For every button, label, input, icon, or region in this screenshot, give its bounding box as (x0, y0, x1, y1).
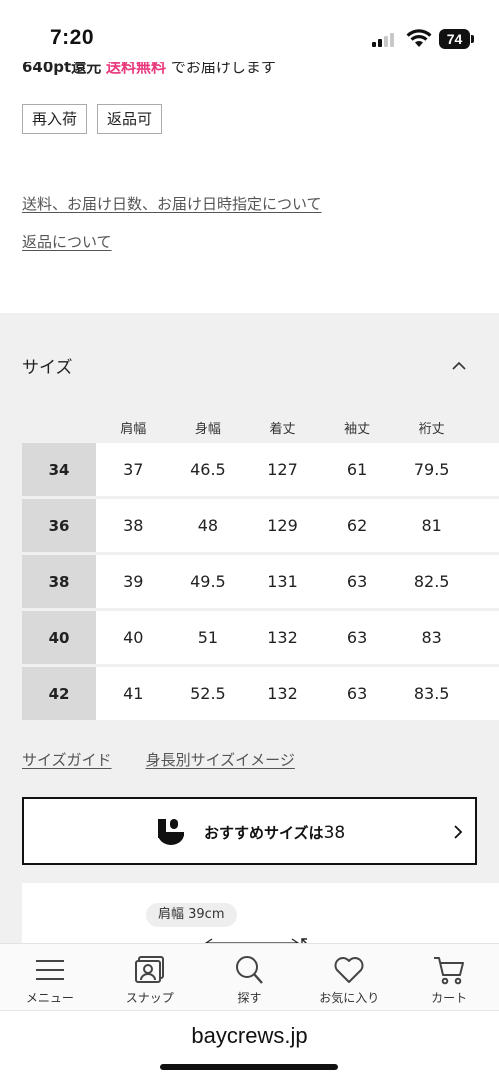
cart-icon (434, 957, 465, 985)
returns-info-link[interactable]: 返品について (22, 231, 112, 252)
size-value: 131 (267, 572, 298, 591)
size-value: 38 (123, 516, 144, 535)
recommended-size-text: おすすめサイズは38 (204, 822, 345, 843)
table-row: 40 40 51 132 63 83 (22, 611, 499, 664)
col-header-sleeve: 袖丈 (344, 421, 371, 437)
size-value: 61 (346, 460, 368, 479)
size-value: 41 (123, 684, 144, 703)
nav-menu-label: メニュー (25, 991, 74, 1005)
size-value: 52.5 (190, 684, 226, 703)
col-header-shoulder: 肩幅 (120, 421, 147, 437)
size-recommend-logo-icon (158, 819, 184, 845)
status-time: 7:20 (50, 26, 95, 49)
size-value: 82.5 (413, 572, 450, 591)
search-icon (236, 956, 264, 984)
wifi-icon (406, 29, 432, 47)
tag-returnable: 返品可 (97, 104, 163, 134)
size-value: 83 (421, 628, 442, 647)
nav-snap[interactable]: スナップ (100, 944, 200, 1010)
table-row: 38 39 49.5 131 63 82.5 (22, 555, 499, 608)
col-header-yuki: 裄丈 (418, 421, 445, 437)
size-section-title: サイズ (22, 358, 73, 378)
cellular-signal-icon (372, 33, 396, 47)
table-row: 42 41 52.5 132 63 83.5 (22, 667, 499, 720)
size-guide-link[interactable]: サイズガイド (22, 749, 112, 770)
size-label: 36 (22, 499, 96, 552)
nav-menu[interactable]: メニュー (0, 944, 100, 1010)
battery-tip (471, 35, 474, 43)
size-label: 42 (22, 667, 96, 720)
size-value: 129 (267, 516, 298, 535)
size-value: 127 (267, 460, 298, 479)
nav-favorites[interactable]: お気に入り (299, 944, 399, 1010)
size-value: 63 (346, 572, 368, 591)
chevron-up-icon[interactable] (452, 359, 466, 373)
size-value: 83.5 (413, 684, 450, 703)
snap-icon (134, 956, 164, 983)
size-label: 38 (22, 555, 96, 608)
size-value: 40 (123, 628, 144, 647)
size-value: 49.5 (190, 572, 226, 591)
bottom-nav: メニュー スナップ 探す お気に入り カート (0, 943, 499, 1010)
size-table: 肩幅 身幅 着丈 袖丈 裄丈 34 37 46.5 127 61 79.5 36… (22, 411, 499, 723)
size-value: 51 (197, 628, 219, 647)
shipping-info-link[interactable]: 送料、お届け日数、お届け日時指定について (22, 193, 322, 214)
size-value: 132 (267, 628, 298, 647)
heart-icon (334, 957, 364, 983)
chevron-right-icon (454, 825, 463, 839)
height-size-image-link[interactable]: 身長別サイズイメージ (146, 749, 295, 770)
size-value: 63 (346, 684, 368, 703)
size-label: 40 (22, 611, 96, 664)
table-row: 36 38 48 129 62 81 (22, 499, 499, 552)
product-tags: 再入荷 返品可 (22, 104, 163, 134)
tag-restock: 再入荷 (22, 104, 88, 134)
battery-indicator: 74 (439, 29, 470, 49)
nav-cart-label: カート (431, 991, 468, 1005)
col-header-length: 着丈 (269, 421, 296, 437)
size-table-header: 肩幅 身幅 着丈 袖丈 裄丈 (22, 411, 499, 443)
recommended-size-label: おすすめサイズは (204, 824, 324, 842)
size-guide-links: サイズガイド 身長別サイズイメージ (22, 749, 295, 770)
size-value: 81 (421, 516, 442, 535)
table-row: 34 37 46.5 127 61 79.5 (22, 443, 499, 496)
size-value: 39 (123, 572, 144, 591)
recommended-size-value: 38 (323, 823, 346, 843)
home-indicator[interactable] (160, 1064, 338, 1070)
col-header-chest: 身幅 (194, 421, 221, 437)
size-value: 48 (197, 516, 219, 535)
shoulder-measure-label: 肩幅 39cm (146, 903, 237, 927)
status-bar: 7:20 74 (0, 0, 499, 62)
browser-url-bar[interactable]: baycrews.jp (0, 1010, 499, 1080)
size-section: サイズ 肩幅 身幅 着丈 袖丈 裄丈 34 37 46.5 127 61 79.… (0, 313, 499, 953)
size-value: 46.5 (190, 460, 226, 479)
size-value: 132 (267, 684, 298, 703)
recommended-size-button[interactable]: おすすめサイズは38 (22, 797, 477, 865)
size-value: 62 (346, 516, 368, 535)
url-text: baycrews.jp (191, 1023, 308, 1048)
nav-search[interactable]: 探す (200, 944, 300, 1010)
nav-cart[interactable]: カート (399, 944, 499, 1010)
menu-icon (35, 960, 64, 980)
nav-search-label: 探す (237, 991, 262, 1005)
size-label: 34 (22, 443, 96, 496)
nav-favorites-label: お気に入り (319, 991, 380, 1005)
size-value: 79.5 (413, 460, 450, 479)
size-value: 37 (123, 460, 144, 479)
size-value: 63 (346, 628, 368, 647)
nav-snap-label: スナップ (125, 991, 174, 1005)
